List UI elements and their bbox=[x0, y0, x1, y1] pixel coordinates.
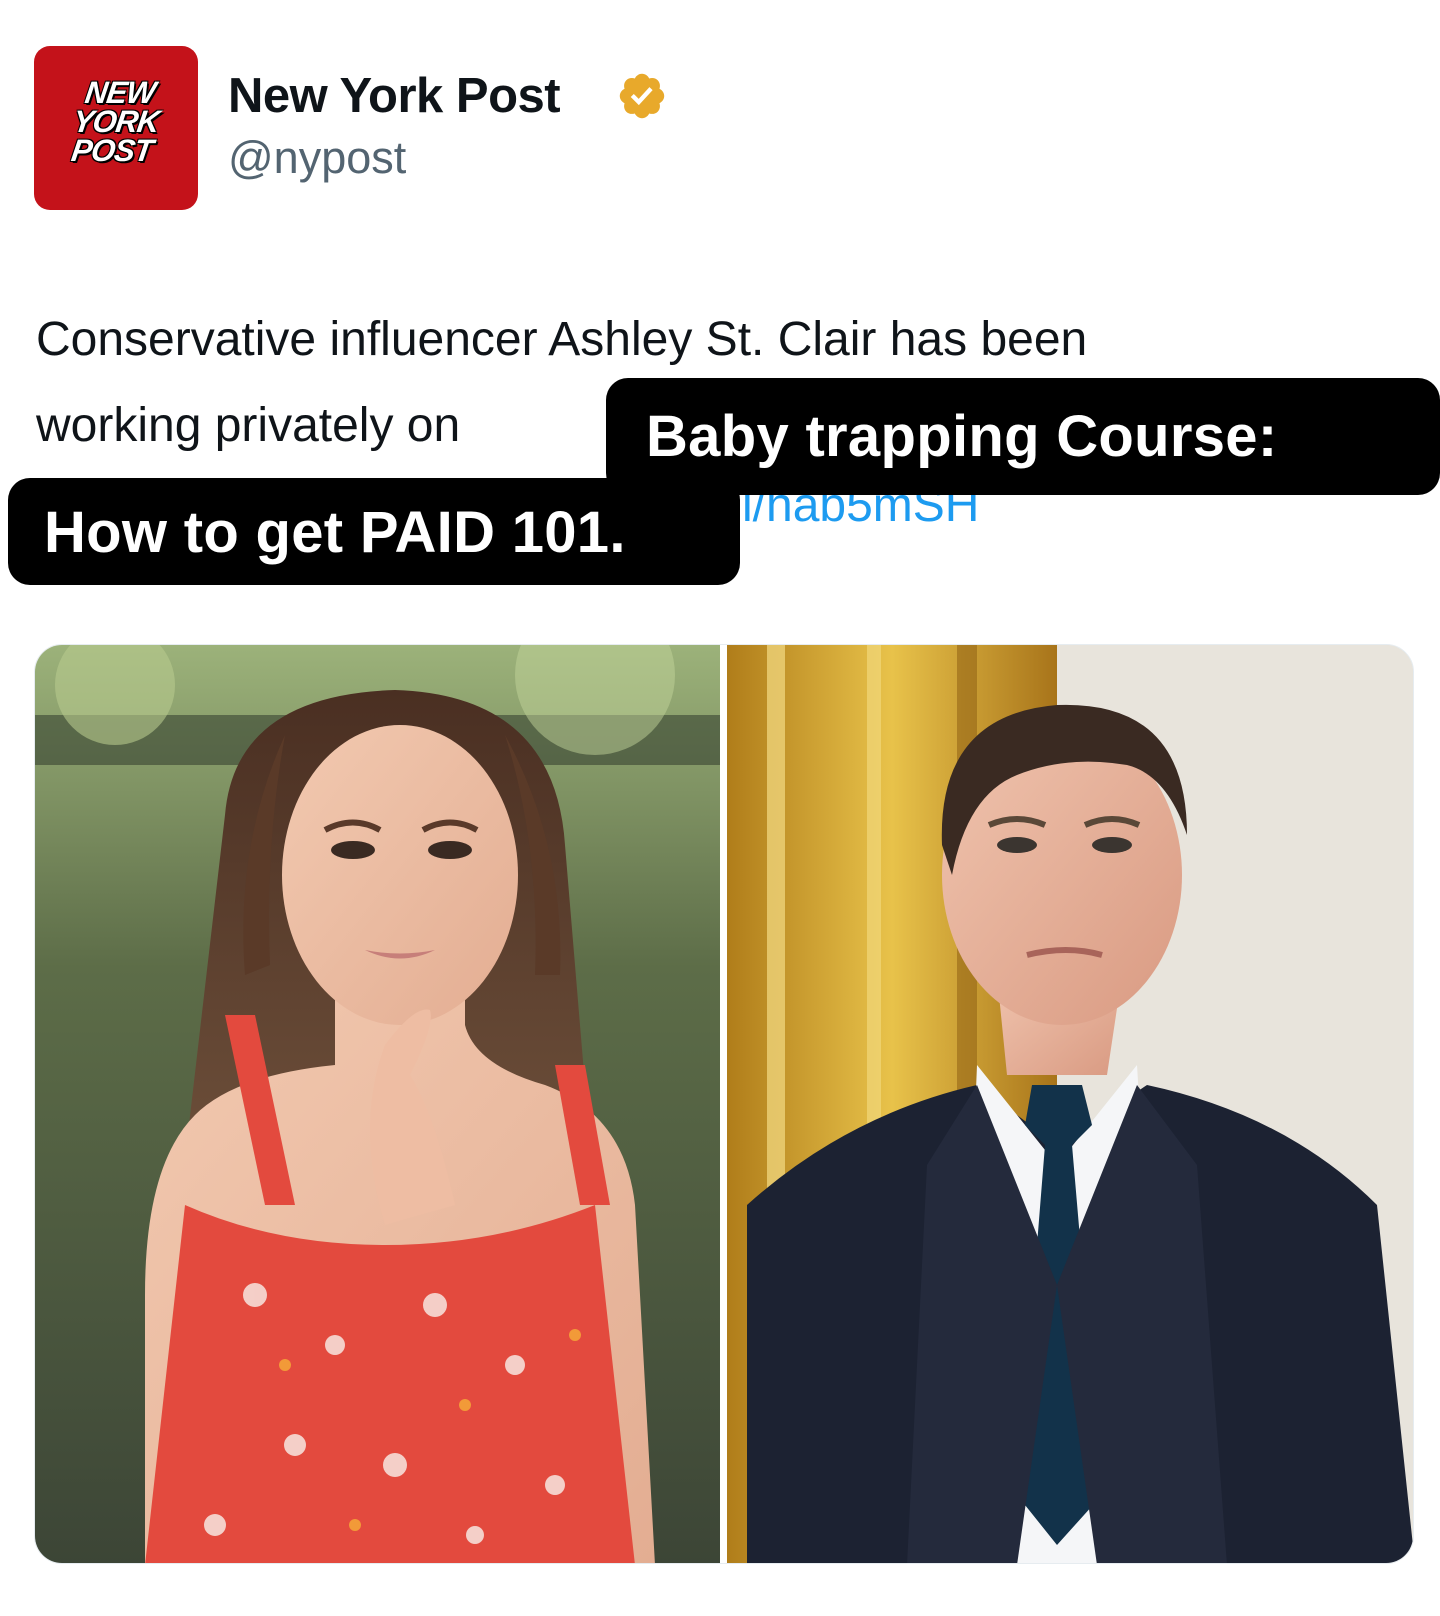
overlay-caption-line-2: How to get PAID 101. bbox=[8, 478, 740, 585]
man-photo-illustration bbox=[727, 645, 1413, 1563]
logo-line-3: POST bbox=[69, 133, 155, 168]
media-grid[interactable] bbox=[34, 644, 1414, 1564]
tweet-text-line-1: Conservative influencer Ashley St. Clair… bbox=[36, 313, 1088, 366]
woman-photo-illustration bbox=[35, 645, 720, 1563]
overlay-caption-line-1: Baby trapping Course: bbox=[606, 378, 1440, 495]
logo-line-2: YORK bbox=[70, 104, 162, 139]
account-name[interactable]: New York Post bbox=[228, 68, 561, 124]
verified-badge-icon bbox=[619, 73, 665, 119]
logo-line-1: NEW bbox=[82, 75, 158, 110]
new-york-post-logo[interactable]: NEW YORK POST bbox=[34, 46, 198, 210]
tweet-text-line-2: working privately on bbox=[36, 399, 461, 452]
account-handle[interactable]: @nypost bbox=[228, 132, 406, 184]
logo-text: NEW YORK POST bbox=[34, 75, 198, 168]
photo-man-dark-suit[interactable] bbox=[727, 645, 1413, 1563]
photo-woman-red-floral-dress[interactable] bbox=[35, 645, 720, 1563]
image-divider bbox=[720, 645, 727, 1563]
